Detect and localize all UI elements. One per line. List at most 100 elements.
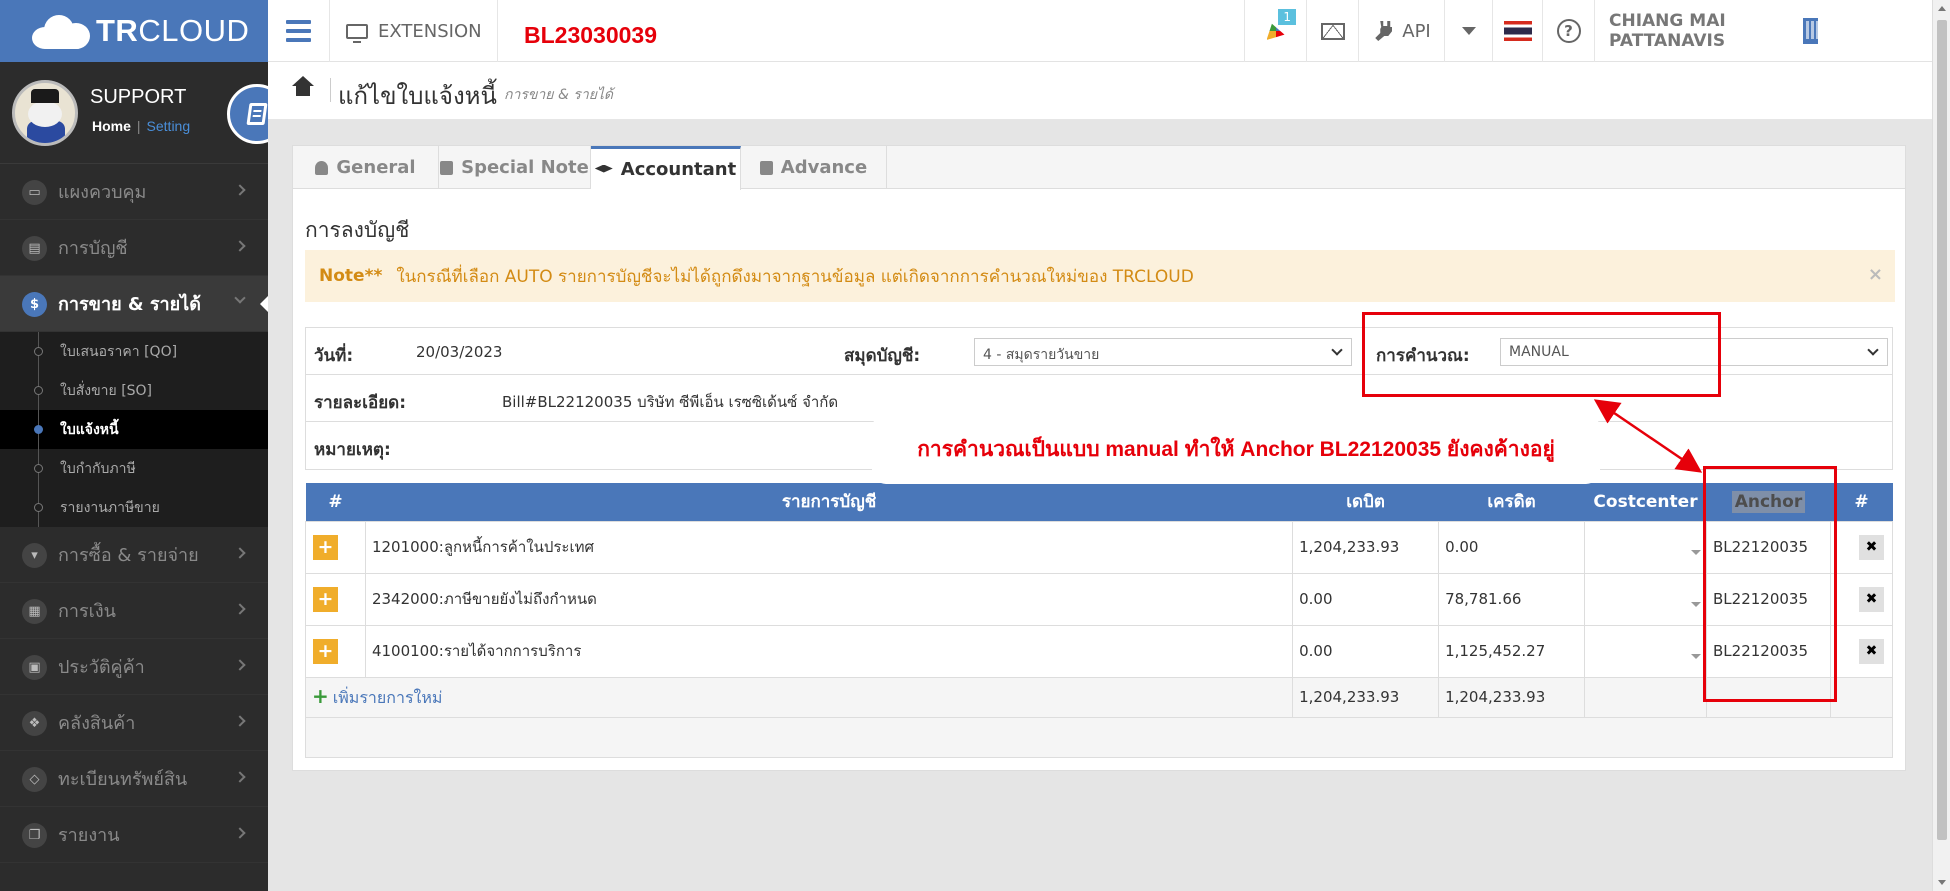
account-cell[interactable]: 1201000:ลูกหนี้การค้าในประเทศ	[364, 520, 1294, 574]
sidebar-item-sales[interactable]: $ การขาย & รายได้	[0, 276, 268, 332]
sidebar-subitem-label: รายงานภาษีขาย	[60, 499, 160, 516]
setting-link[interactable]: Setting	[147, 118, 191, 134]
sidebar-item-assets[interactable]: ◇ ทะเบียนทรัพย์สิน	[0, 751, 268, 807]
extension-button[interactable]: EXTENSION	[330, 0, 498, 62]
debit-cell[interactable]: 1,204,233.93	[1292, 520, 1440, 574]
tab-label: Accountant	[620, 159, 737, 180]
diamond-icon: ◇	[22, 767, 47, 792]
anchor-cell[interactable]: BL22120035	[1706, 572, 1831, 626]
tab-general[interactable]: General	[293, 146, 439, 189]
chevron-right-icon	[234, 547, 246, 559]
calc-select[interactable]: MANUAL	[1500, 338, 1888, 366]
remove-line-button[interactable]: ✖	[1858, 638, 1884, 664]
sidebar-subitem-invoice[interactable]: ใบแจ้งหนี้	[0, 410, 268, 449]
tab-special-note[interactable]: Special Note	[439, 146, 591, 189]
sidebar-subitem-quotation[interactable]: ใบเสนอราคา [QO]	[0, 332, 268, 371]
header-divider	[330, 78, 331, 102]
journal-select[interactable]: 4 - สมุดรายวันขาย	[974, 338, 1352, 366]
sidebar-item-label: การขาย & รายได้	[58, 294, 201, 315]
bullet-icon	[34, 347, 43, 356]
journal-table: # รายการบัญชี เดบิต เครดิต Costcenter An…	[304, 483, 1894, 758]
tab-label: General	[336, 157, 416, 178]
sidebar-item-label: รายงาน	[58, 825, 120, 846]
add-new-line-link[interactable]: + เพิ่มรายการใหม่	[304, 676, 1294, 718]
book-icon: ▤	[22, 236, 47, 261]
help-button[interactable]: ?	[1542, 0, 1594, 62]
sidebar-subitem-label: ใบเสนอราคา [QO]	[60, 343, 178, 360]
account-cell[interactable]: 4100100:รายได้จากการบริการ	[364, 624, 1294, 678]
credit-cell[interactable]: 78,781.66	[1438, 572, 1586, 626]
col-no: #	[305, 483, 366, 521]
info-icon	[759, 160, 773, 175]
dropdown-button[interactable]	[1444, 0, 1492, 62]
costcenter-cell[interactable]	[1584, 520, 1707, 574]
sidebar: SUPPORT Home | Setting ▭ แผงควบคุม ▤ การบั…	[0, 62, 287, 891]
sidebar-item-label: ประวัติคู่ค้า	[58, 657, 145, 678]
sidebar-item-finance[interactable]: ▦ การเงิน	[0, 583, 268, 639]
costcenter-cell[interactable]	[1584, 624, 1707, 678]
graduation-cap-icon	[594, 164, 613, 173]
api-button[interactable]: API	[1358, 0, 1444, 62]
sidebar-item-accounting[interactable]: ▤ การบัญชี	[0, 220, 268, 276]
home-icon[interactable]	[292, 76, 314, 98]
table-row: + 1201000:ลูกหนี้การค้าในประเทศ 1,204,23…	[305, 520, 1894, 574]
mail-button[interactable]	[1306, 0, 1358, 62]
date-value[interactable]: 20/03/2023	[416, 343, 502, 361]
add-line-button[interactable]: +	[313, 586, 338, 612]
tab-label: Advance	[780, 157, 868, 178]
costcenter-cell[interactable]	[1584, 572, 1707, 626]
scroll-up-icon[interactable]	[1938, 6, 1946, 11]
close-icon[interactable]: ×	[1868, 264, 1883, 285]
bullet-icon	[34, 425, 43, 434]
sidebar-item-contacts[interactable]: ▣ ประวัติคู่ค้า	[0, 639, 268, 695]
anchor-cell[interactable]: BL22120035	[1706, 520, 1831, 574]
notification-button[interactable]: 1	[1244, 0, 1306, 62]
add-line-button[interactable]: +	[313, 638, 338, 664]
sidebar-item-reports[interactable]: ❐ รายงาน	[0, 807, 268, 863]
scroll-thumb[interactable]	[1937, 20, 1947, 840]
sidebar-item-dashboard[interactable]: ▭ แผงควบคุม	[0, 164, 268, 220]
credit-cell[interactable]: 1,125,452.27	[1438, 624, 1586, 678]
credit-cell[interactable]: 0.00	[1438, 520, 1586, 574]
add-new-line-label: เพิ่มรายการใหม่	[332, 687, 443, 707]
scroll-down-icon[interactable]	[1938, 880, 1946, 885]
sidebar-subitem-sales-tax-report[interactable]: รายงานภาษีขาย	[0, 488, 268, 527]
chevron-right-icon	[234, 659, 246, 671]
add-line-button[interactable]: +	[313, 534, 338, 560]
total-debit: 1,204,233.93	[1292, 676, 1440, 718]
anchor-cell[interactable]: BL22120035	[1706, 624, 1831, 678]
chevron-right-icon	[234, 240, 246, 252]
tab-advance[interactable]: Advance	[741, 146, 887, 189]
sidebar-item-label: การเงิน	[58, 601, 116, 622]
sidebar-item-purchase[interactable]: ▾ การซื้อ & รายจ่าย	[0, 527, 268, 583]
thai-flag-icon	[1503, 21, 1532, 41]
debit-cell[interactable]: 0.00	[1292, 624, 1440, 678]
account-cell[interactable]: 2342000:ภาษีขายยังไม่ถึงกำหนด	[364, 572, 1294, 626]
tab-accountant[interactable]: Accountant	[591, 146, 741, 190]
sidebar-subitem-sales-order[interactable]: ใบสั่งขาย [SO]	[0, 371, 268, 410]
debit-cell[interactable]: 0.00	[1292, 572, 1440, 626]
home-link[interactable]: Home	[92, 118, 131, 134]
notification-badge: 1	[1278, 9, 1296, 25]
col-action: #	[1830, 483, 1893, 521]
sidebar-subitem-label: ใบสั่งขาย [SO]	[60, 382, 153, 399]
sidebar-subitem-tax-invoice[interactable]: ใบกำกับภาษี	[0, 449, 268, 488]
contact-icon: ▣	[22, 655, 47, 680]
sidebar-item-inventory[interactable]: ❖ คลังสินค้า	[0, 695, 268, 751]
brand-logo[interactable]: TRCLOUD	[0, 0, 268, 62]
api-label: API	[1402, 20, 1431, 42]
language-button[interactable]	[1492, 0, 1542, 62]
anchor-header-label: Anchor	[1731, 490, 1806, 513]
remove-line-button[interactable]: ✖	[1858, 534, 1884, 560]
company-selector[interactable]: CHIANG MAI PATTANAVIS	[1594, 0, 1832, 62]
table-header: # รายการบัญชี เดบิต เครดิต Costcenter An…	[305, 483, 1893, 521]
bullet-icon	[34, 464, 43, 473]
monitor-icon	[346, 23, 368, 43]
bullet-icon	[34, 386, 43, 395]
remove-line-button[interactable]: ✖	[1858, 586, 1884, 612]
caret-down-icon	[1691, 601, 1702, 607]
sidebar-item-label: ทะเบียนทรัพย์สิน	[58, 769, 188, 790]
avatar[interactable]	[12, 80, 78, 146]
menu-toggle-icon[interactable]	[268, 0, 330, 62]
page-scrollbar[interactable]	[1932, 0, 1950, 891]
